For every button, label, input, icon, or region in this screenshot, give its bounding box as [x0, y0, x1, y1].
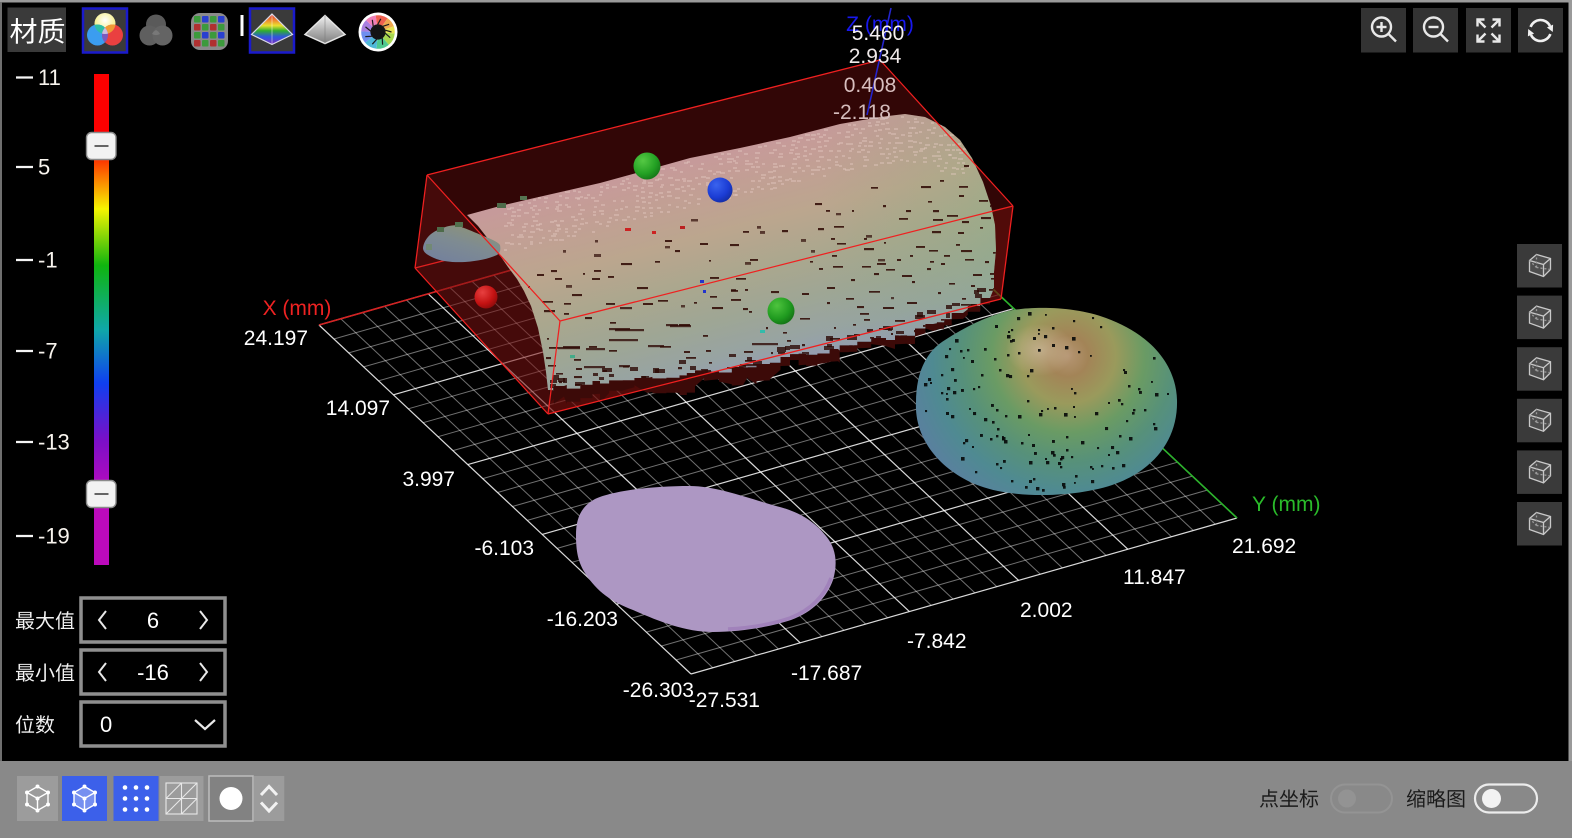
svg-text:-13: -13: [38, 430, 70, 455]
svg-text:X (mm): X (mm): [263, 297, 332, 320]
svg-text:5: 5: [38, 155, 50, 180]
svg-text:14.097: 14.097: [326, 397, 390, 420]
svg-text:-27.531: -27.531: [689, 689, 760, 712]
svg-text:-19: -19: [38, 524, 70, 549]
svg-text:2.002: 2.002: [1020, 599, 1073, 622]
svg-text:5.460: 5.460: [852, 22, 905, 45]
svg-text:-7.842: -7.842: [907, 630, 967, 653]
svg-text:-2.118: -2.118: [833, 101, 891, 124]
svg-text:6: 6: [147, 608, 159, 633]
svg-text:Y (mm): Y (mm): [1252, 493, 1320, 516]
svg-text:-17.687: -17.687: [791, 662, 862, 685]
svg-text:-16.203: -16.203: [547, 608, 618, 631]
svg-text:-6.103: -6.103: [474, 537, 534, 560]
svg-text:2.934: 2.934: [849, 45, 902, 68]
svg-text:-7: -7: [38, 339, 58, 364]
svg-text:11.847: 11.847: [1123, 566, 1186, 589]
svg-text:0: 0: [100, 712, 112, 737]
svg-text:11: 11: [38, 65, 61, 90]
svg-text:-26.303: -26.303: [623, 679, 694, 702]
svg-text:3.997: 3.997: [402, 468, 455, 491]
svg-text:0.408: 0.408: [844, 74, 897, 97]
svg-text:-16: -16: [137, 660, 169, 685]
svg-text:-1: -1: [38, 248, 58, 273]
svg-text:24.197: 24.197: [244, 327, 308, 350]
svg-text:21.692: 21.692: [1232, 535, 1296, 558]
